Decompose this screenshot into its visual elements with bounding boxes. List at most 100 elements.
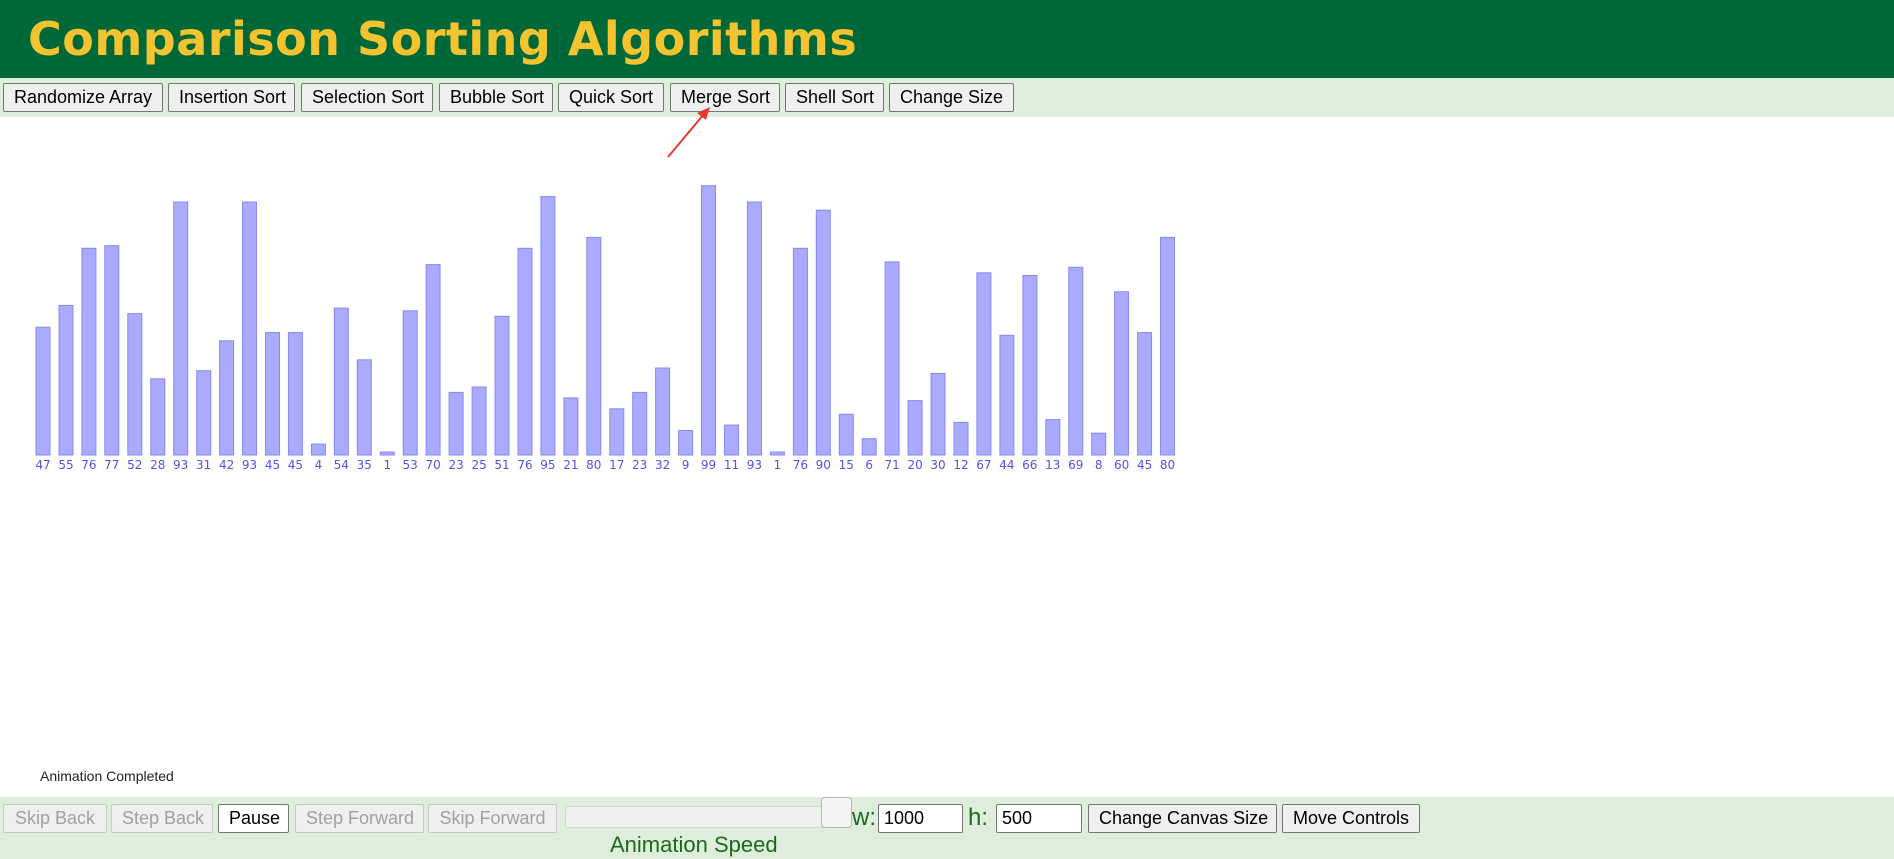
array-value-label: 76	[81, 458, 96, 472]
animation-speed-slider[interactable]	[565, 806, 850, 828]
array-bar	[907, 400, 923, 456]
array-bar	[127, 313, 143, 456]
array-value-label: 93	[747, 458, 762, 472]
array-value-label: 44	[999, 458, 1014, 472]
array-bar	[1160, 236, 1175, 456]
array-value-label: 1	[383, 458, 391, 472]
array-value-label: 90	[816, 458, 831, 472]
array-bar	[310, 443, 326, 456]
array-value-label: 1	[774, 458, 782, 472]
canvas-width-input[interactable]	[878, 804, 963, 833]
canvas-height-input[interactable]	[996, 804, 1082, 833]
array-value-label: 80	[586, 458, 601, 472]
array-value-label: 93	[242, 458, 257, 472]
array-bar	[930, 372, 946, 456]
array-bar	[402, 310, 418, 456]
array-bar	[953, 421, 969, 456]
array-value-label: 8	[1095, 458, 1103, 472]
array-bar	[494, 315, 510, 456]
animation-canvas: 47 55 76 77 52 28 93 31 42 93 45 45 4 54 35 1 53 70 23 25 51…	[0, 117, 1894, 797]
step-forward-button[interactable]: Step Forward	[295, 804, 424, 833]
array-bar	[655, 367, 671, 456]
array-value-label: 66	[1022, 458, 1037, 472]
array-value-label: 6	[865, 458, 873, 472]
array-value-label: 45	[265, 458, 280, 472]
array-value-label: 20	[907, 458, 922, 472]
array-value-label: 15	[839, 458, 854, 472]
array-bar	[356, 359, 372, 456]
array-bar	[58, 304, 74, 456]
array-value-label: 60	[1114, 458, 1129, 472]
array-value-label: 67	[976, 458, 991, 472]
array-bar	[769, 451, 785, 456]
array-value-label: 51	[494, 458, 509, 472]
array-value-label: 25	[471, 458, 486, 472]
array-value-label: 42	[219, 458, 234, 472]
array-bar	[242, 201, 257, 456]
array-bar	[1091, 432, 1107, 456]
array-value-label: 95	[540, 458, 555, 472]
array-bar	[287, 332, 303, 456]
array-value-label: 17	[609, 458, 624, 472]
array-bar	[815, 209, 831, 456]
array-value-label: 23	[448, 458, 463, 472]
array-value-label: 45	[1137, 458, 1152, 472]
array-value-label: 32	[655, 458, 670, 472]
array-bar	[884, 261, 900, 456]
array-value-label: 69	[1068, 458, 1083, 472]
array-bar	[632, 391, 648, 456]
array-bar	[792, 247, 808, 456]
array-bar	[609, 408, 625, 456]
skip-forward-button[interactable]: Skip Forward	[428, 804, 557, 833]
array-bar	[379, 451, 395, 456]
pause-button[interactable]: Pause	[218, 804, 289, 833]
array-bar	[678, 430, 694, 456]
array-value-label: 54	[334, 458, 349, 472]
array-bar	[333, 307, 349, 456]
array-bar	[1022, 275, 1038, 456]
array-value-label: 31	[196, 458, 211, 472]
array-value-label: 11	[724, 458, 739, 472]
array-bar	[35, 326, 51, 456]
array-bar	[265, 332, 280, 456]
array-bar	[150, 378, 166, 456]
move-controls-button[interactable]: Move Controls	[1282, 804, 1420, 833]
array-bar	[861, 438, 877, 456]
step-back-button[interactable]: Step Back	[111, 804, 213, 833]
array-value-label: 76	[517, 458, 532, 472]
array-value-label: 4	[315, 458, 323, 472]
array-bar	[1045, 419, 1061, 456]
array-bar	[540, 196, 556, 456]
change-canvas-size-button[interactable]: Change Canvas Size	[1088, 804, 1277, 833]
array-value-label: 23	[632, 458, 647, 472]
array-value-label: 77	[104, 458, 119, 472]
array-value-label: 80	[1160, 458, 1175, 472]
speed-slider-thumb[interactable]	[821, 797, 852, 828]
height-label: h:	[968, 804, 989, 831]
array-bar	[1114, 291, 1130, 456]
array-value-label: 45	[288, 458, 303, 472]
array-value-label: 71	[884, 458, 899, 472]
array-value-label: 35	[357, 458, 372, 472]
array-value-label: 55	[58, 458, 73, 472]
array-bar	[746, 201, 762, 456]
skip-back-button[interactable]: Skip Back	[3, 804, 107, 833]
array-value-label: 99	[701, 458, 716, 472]
array-value-label: 21	[563, 458, 578, 472]
animation-speed-label: Animation Speed	[610, 832, 778, 857]
array-bar	[517, 247, 533, 456]
array-value-label: 76	[793, 458, 808, 472]
array-bar	[471, 386, 487, 456]
array-bar	[219, 340, 235, 456]
status-message: Animation Completed	[40, 768, 174, 784]
array-bar	[173, 201, 189, 456]
array-value-label: 28	[150, 458, 165, 472]
array-bar	[1068, 266, 1084, 456]
array-value-label: 30	[930, 458, 945, 472]
array-value-label: 53	[403, 458, 418, 472]
array-bar	[586, 236, 602, 456]
array-value-label: 12	[953, 458, 968, 472]
array-value-label: 70	[425, 458, 440, 472]
array-bar	[838, 413, 854, 456]
array-bar	[81, 247, 97, 456]
